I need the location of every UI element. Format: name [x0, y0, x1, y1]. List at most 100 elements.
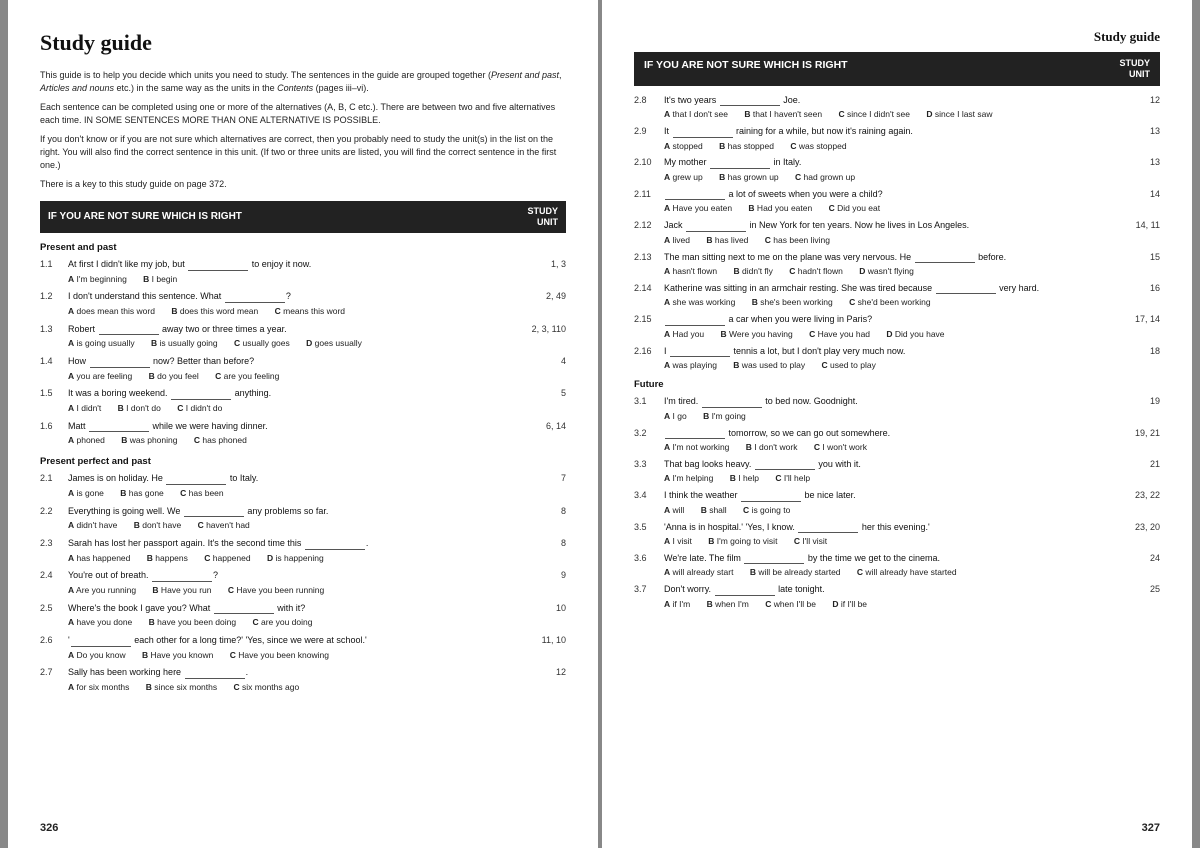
ex-options: A will B shall C is going to: [664, 504, 1120, 517]
exercise-row: 2.2 Everything is going well. We any pro…: [40, 505, 566, 532]
future-heading: Future: [634, 378, 1160, 391]
ex-num: 2.11: [634, 188, 664, 201]
ex-options: A Have you eaten B Had you eaten C Did y…: [664, 202, 1120, 215]
ex-content: Matt while we were having dinner. A phon…: [68, 420, 528, 447]
unit-num: 10: [528, 602, 566, 615]
ex-content: ' each other for a long time?' 'Yes, sin…: [68, 634, 528, 661]
ex-num: 1.3: [40, 323, 68, 336]
exercise-row: 2.11 a lot of sweets when you were a chi…: [634, 188, 1160, 215]
ex-num: 2.10: [634, 156, 664, 169]
ex-options: A will already start B will be already s…: [664, 566, 1120, 579]
ex-sentence: 'Anna is in hospital.' 'Yes, I know. her…: [664, 521, 1120, 534]
exercise-row: 2.5 Where's the book I gave you? What wi…: [40, 602, 566, 629]
unit-num: 14: [1120, 188, 1160, 201]
unit-num: 8: [528, 537, 566, 550]
unit-num: 2, 3, 110: [528, 323, 566, 336]
ex-content: It was a boring weekend. anything. A I d…: [68, 387, 528, 414]
unit-num: 9: [528, 569, 566, 582]
ex-content: Jack in New York for ten years. Now he l…: [664, 219, 1120, 246]
ex-sentence: I tennis a lot, but I don't play very mu…: [664, 345, 1120, 358]
left-page-title: Study guide: [40, 28, 566, 59]
unit-num: 1, 3: [528, 258, 566, 271]
unit-num: 7: [528, 472, 566, 485]
right-page-title: Study guide: [634, 28, 1160, 46]
ex-sentence: I think the weather be nice later.: [664, 489, 1120, 502]
ex-num: 2.16: [634, 345, 664, 358]
ex-sentence: ' each other for a long time?' 'Yes, sin…: [68, 634, 528, 647]
exercise-row: 2.4 You're out of breath. ? A Are you ru…: [40, 569, 566, 596]
ex-num: 1.4: [40, 355, 68, 368]
ex-options: A I go B I'm going: [664, 410, 1120, 423]
ex-sentence: How now? Better than before?: [68, 355, 528, 368]
unit-num: 16: [1120, 282, 1160, 295]
unit-num: 18: [1120, 345, 1160, 358]
ex-options: A Do you know B Have you known C Have yo…: [68, 649, 528, 662]
ex-content: That bag looks heavy. you with it. A I'm…: [664, 458, 1120, 485]
ex-options: A Are you running B Have you run C Have …: [68, 584, 528, 597]
ex-sentence: Robert away two or three times a year.: [68, 323, 528, 336]
unit-num: 6, 14: [528, 420, 566, 433]
ex-num: 2.6: [40, 634, 68, 647]
unit-num: 12: [1120, 94, 1160, 107]
exercise-row: 1.6 Matt while we were having dinner. A …: [40, 420, 566, 447]
unit-num: 19, 21: [1120, 427, 1160, 440]
ex-options: A hasn't flown B didn't fly C hadn't flo…: [664, 265, 1120, 278]
ex-num: 3.2: [634, 427, 664, 440]
ex-options: A I didn't B I don't do C I didn't do: [68, 402, 528, 415]
ex-sentence: At first I didn't like my job, but to en…: [68, 258, 528, 271]
exercise-row: 1.1 At first I didn't like my job, but t…: [40, 258, 566, 285]
right-page: Study guide IF YOU ARE NOT SURE WHICH IS…: [602, 0, 1192, 848]
ex-options: A stopped B has stopped C was stopped: [664, 140, 1120, 153]
ex-options: A I'm beginning B I begin: [68, 273, 528, 286]
ex-content: It raining for a while, but now it's rai…: [664, 125, 1120, 152]
ex-content: I tennis a lot, but I don't play very mu…: [664, 345, 1120, 372]
ex-num: 1.2: [40, 290, 68, 303]
unit-num: 13: [1120, 125, 1160, 138]
unit-num: 5: [528, 387, 566, 400]
ex-sentence: tomorrow, so we can go out somewhere.: [664, 427, 1120, 440]
exercise-row: 1.4 How now? Better than before? A you a…: [40, 355, 566, 382]
ex-sentence: I don't understand this sentence. What ?: [68, 290, 528, 303]
ex-options: A if I'm B when I'm C when I'll be D if …: [664, 598, 1120, 611]
ex-content: It's two years Joe. A that I don't see B…: [664, 94, 1120, 121]
exercise-row: 1.2 I don't understand this sentence. Wh…: [40, 290, 566, 317]
ex-options: A didn't have B don't have C haven't had: [68, 519, 528, 532]
ex-sentence: a car when you were living in Paris?: [664, 313, 1120, 326]
book-spread: Study guide This guide is to help you de…: [0, 0, 1200, 848]
ex-num: 1.6: [40, 420, 68, 433]
exercise-row: 2.10 My mother in Italy. A grew up B has…: [634, 156, 1160, 183]
ex-options: A is gone B has gone C has been: [68, 487, 528, 500]
exercise-row: 2.9 It raining for a while, but now it's…: [634, 125, 1160, 152]
ex-sentence: You're out of breath. ?: [68, 569, 528, 582]
ex-sentence: Jack in New York for ten years. Now he l…: [664, 219, 1120, 232]
ex-options: A that I don't see B that I haven't seen…: [664, 108, 1120, 121]
ex-options: A she was working B she's been working C…: [664, 296, 1120, 309]
exercise-row: 2.7 Sally has been working here . A for …: [40, 666, 566, 693]
ex-content: How now? Better than before? A you are f…: [68, 355, 528, 382]
exercise-row: 3.1 I'm tired. to bed now. Goodnight. A …: [634, 395, 1160, 422]
ex-sentence: We're late. The film by the time we get …: [664, 552, 1120, 565]
exercise-row: 2.16 I tennis a lot, but I don't play ve…: [634, 345, 1160, 372]
ex-num: 2.7: [40, 666, 68, 679]
ex-num: 3.3: [634, 458, 664, 471]
ex-content: Don't worry. late tonight. A if I'm B wh…: [664, 583, 1120, 610]
ex-content: At first I didn't like my job, but to en…: [68, 258, 528, 285]
ex-num: 2.15: [634, 313, 664, 326]
unit-num: 25: [1120, 583, 1160, 596]
exercise-row: 3.6 We're late. The film by the time we …: [634, 552, 1160, 579]
exercise-row: 2.8 It's two years Joe. A that I don't s…: [634, 94, 1160, 121]
unit-num: 2, 49: [528, 290, 566, 303]
exercise-row: 2.14 Katherine was sitting in an armchai…: [634, 282, 1160, 309]
ex-content: I think the weather be nice later. A wil…: [664, 489, 1120, 516]
right-header-bar: IF YOU ARE NOT SURE WHICH IS RIGHT STUDY…: [634, 52, 1160, 86]
ex-num: 2.14: [634, 282, 664, 295]
ex-num: 1.1: [40, 258, 68, 271]
exercise-row: 3.5 'Anna is in hospital.' 'Yes, I know.…: [634, 521, 1160, 548]
ex-num: 3.7: [634, 583, 664, 596]
ex-sentence: That bag looks heavy. you with it.: [664, 458, 1120, 471]
left-study-unit-label: STUDY UNIT: [527, 206, 558, 228]
ex-sentence: It raining for a while, but now it's rai…: [664, 125, 1120, 138]
left-header-text: IF YOU ARE NOT SURE WHICH IS RIGHT: [48, 210, 242, 224]
exercise-row: 2.3 Sarah has lost her passport again. I…: [40, 537, 566, 564]
intro-paragraph-1: This guide is to help you decide which u…: [40, 69, 566, 95]
